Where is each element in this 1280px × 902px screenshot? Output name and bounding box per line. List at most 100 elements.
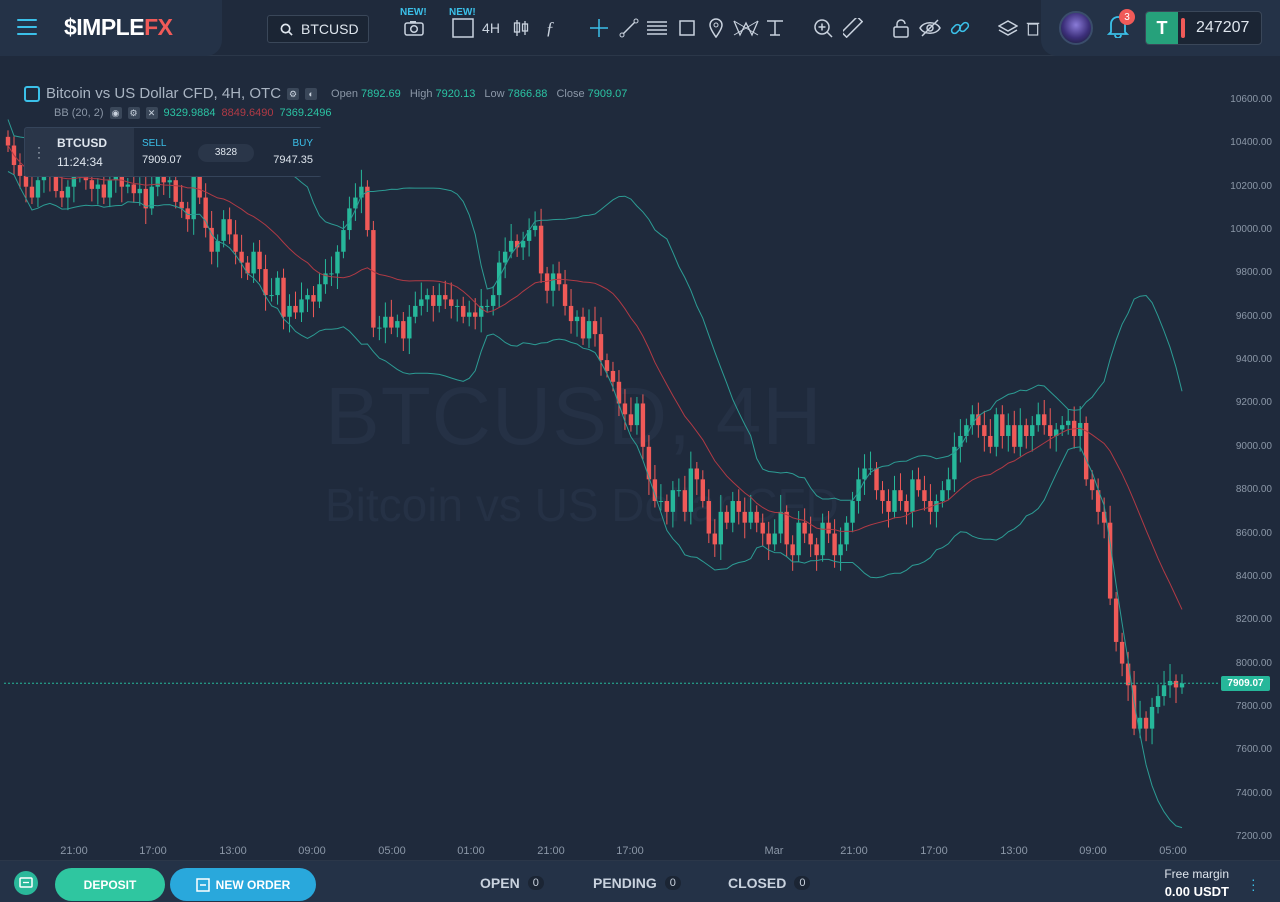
- y-tick-label: 9200.00: [1235, 397, 1272, 409]
- layers-icon[interactable]: [997, 14, 1019, 42]
- notification-badge: 3: [1119, 9, 1135, 25]
- candle-body: [850, 501, 855, 523]
- candle-body: [1000, 414, 1005, 436]
- candle-body: [389, 316, 394, 328]
- candle-body: [982, 425, 987, 436]
- zoom-in-icon[interactable]: [812, 14, 834, 42]
- candle-body: [191, 175, 196, 220]
- candle-body: [718, 511, 723, 545]
- price-axis[interactable]: 10600.00 10400.00 10200.00 10000.00 9800.00 9…: [1219, 57, 1280, 860]
- lock-icon[interactable]: [890, 14, 912, 42]
- candle-body: [377, 327, 382, 329]
- candle-body: [299, 299, 304, 313]
- candle-body: [173, 180, 178, 202]
- camera-icon[interactable]: [402, 14, 426, 42]
- logo[interactable]: $IMPLEFX: [64, 14, 173, 41]
- tab-pending[interactable]: PENDING 0: [593, 875, 681, 891]
- candle-body: [760, 522, 765, 534]
- candle-body: [808, 533, 813, 545]
- timeframe-button[interactable]: 4H: [480, 14, 502, 42]
- chat-icon[interactable]: [14, 871, 38, 895]
- candle-body: [17, 165, 23, 176]
- text-icon[interactable]: [764, 14, 786, 42]
- candles-icon[interactable]: [511, 14, 531, 42]
- candle-body: [443, 295, 448, 300]
- x-tick-label: 17:00: [920, 845, 948, 857]
- candle-body: [95, 184, 101, 189]
- buy-label[interactable]: BUY: [292, 138, 313, 149]
- function-icon[interactable]: ƒ: [540, 14, 560, 42]
- candle-body: [5, 136, 11, 146]
- candle-body: [658, 501, 664, 503]
- ruler-icon[interactable]: [842, 14, 864, 42]
- tab-open[interactable]: OPEN 0: [480, 875, 544, 891]
- symbol-search[interactable]: BTCUSD: [267, 15, 369, 43]
- chart-settings-icon[interactable]: [24, 85, 40, 102]
- hide-icon[interactable]: ◐: [305, 87, 318, 100]
- sell-price[interactable]: 7909.07: [142, 154, 182, 166]
- bb-label: BB (20, 2): [54, 107, 104, 119]
- indicator-legend: BB (20, 2) ◉ ⚙ ✕ 9329.9884 8849.6490 736…: [54, 107, 332, 119]
- x-tick-label: 13:00: [219, 845, 247, 857]
- rectangle-icon[interactable]: [676, 14, 698, 42]
- close-icon[interactable]: ✕: [145, 107, 158, 119]
- chart-title: Bitcoin vs US Dollar CFD, 4H, OTC: [46, 85, 282, 102]
- eye-icon[interactable]: ◉: [109, 107, 122, 119]
- candle-body: [1149, 706, 1155, 729]
- trade-pane: SELL 7909.07 3828 BUY 7947.35: [134, 128, 323, 176]
- candle-body: [862, 468, 867, 480]
- candle-body: [724, 511, 729, 523]
- candle-body: [257, 251, 262, 270]
- avatar[interactable]: [1059, 11, 1093, 45]
- candle-body: [634, 403, 640, 426]
- candle-body: [988, 435, 993, 447]
- x-tick-label: 05:00: [1159, 845, 1187, 857]
- candle-body: [832, 533, 837, 556]
- more-icon[interactable]: · · ·: [37, 141, 41, 163]
- eye-icon[interactable]: [919, 14, 941, 42]
- candle-body: [1036, 414, 1041, 426]
- pin-icon[interactable]: [705, 14, 727, 42]
- candle-body: [748, 511, 753, 523]
- bb-lower-line: [7, 171, 1183, 829]
- sell-label[interactable]: SELL: [142, 138, 166, 149]
- y-tick-label: 10000.00: [1230, 224, 1272, 236]
- candle-body: [508, 240, 514, 252]
- tab-closed[interactable]: CLOSED 0: [728, 875, 811, 891]
- buy-price[interactable]: 7947.35: [273, 154, 313, 166]
- x-tick-label: 17:00: [139, 845, 167, 857]
- candle-body: [880, 490, 885, 502]
- logo-main: $IMPLE: [64, 14, 145, 40]
- candle-body: [772, 533, 777, 545]
- candle-body: [53, 175, 59, 192]
- candle-body: [125, 184, 130, 187]
- candle-body: [383, 316, 388, 328]
- candle-body: [1012, 425, 1017, 447]
- candle-body: [502, 251, 508, 263]
- candle-body: [628, 414, 634, 426]
- candle-body: [844, 522, 849, 545]
- candle-body: [1179, 683, 1185, 688]
- free-margin: Free margin 0.00 USDT: [1164, 867, 1229, 899]
- x-tick-label: 13:00: [1000, 845, 1028, 857]
- more-icon[interactable]: · · ·: [1251, 872, 1256, 896]
- y-tick-label: 9800.00: [1235, 267, 1272, 279]
- new-order-button[interactable]: NEW ORDER: [170, 868, 316, 901]
- pattern-icon[interactable]: [731, 14, 761, 42]
- link-icon[interactable]: [949, 14, 971, 42]
- candle-body: [898, 490, 903, 502]
- candle-body: [574, 316, 580, 322]
- gear-icon[interactable]: ⚙: [287, 87, 300, 100]
- gear-icon[interactable]: ⚙: [127, 107, 140, 119]
- layout-icon[interactable]: [451, 14, 475, 42]
- account-selector[interactable]: T 247207: [1145, 11, 1262, 45]
- price-chart[interactable]: [0, 57, 1280, 860]
- trash-icon[interactable]: [1026, 14, 1040, 42]
- menu-icon[interactable]: [17, 19, 37, 35]
- fib-icon[interactable]: [646, 14, 668, 42]
- ticker-symbol: BTCUSD: [57, 136, 107, 150]
- deposit-button[interactable]: DEPOSIT: [55, 868, 165, 901]
- crosshair-icon[interactable]: [588, 14, 610, 42]
- candle-body: [604, 360, 610, 371]
- trendline-icon[interactable]: [618, 14, 640, 42]
